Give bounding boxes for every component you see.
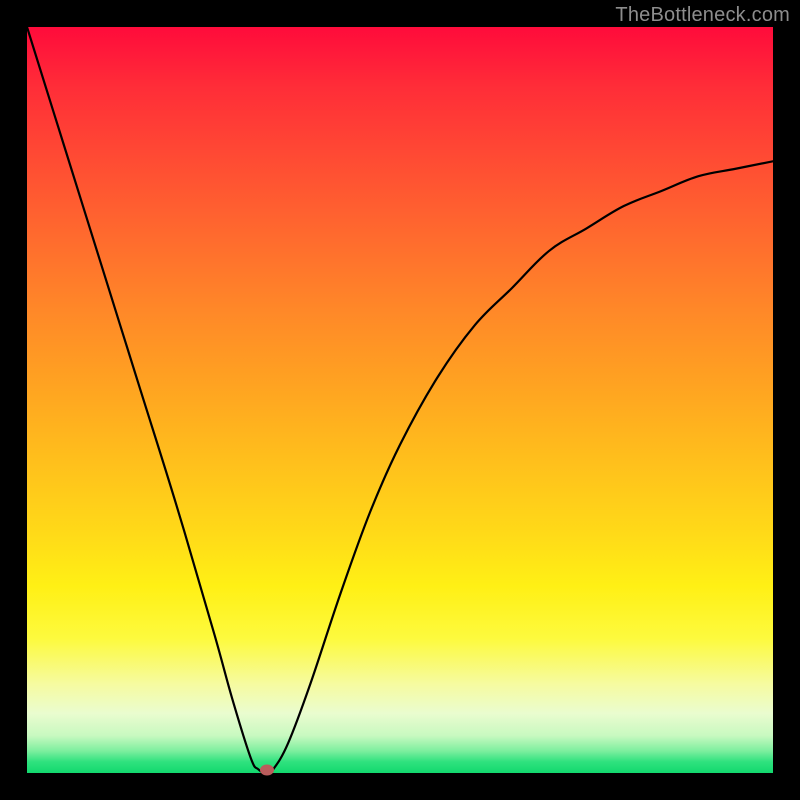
plot-area [27,27,773,773]
chart-frame: TheBottleneck.com [0,0,800,800]
watermark-text: TheBottleneck.com [615,4,790,27]
optimum-marker [260,765,274,776]
bottleneck-curve [27,27,773,773]
